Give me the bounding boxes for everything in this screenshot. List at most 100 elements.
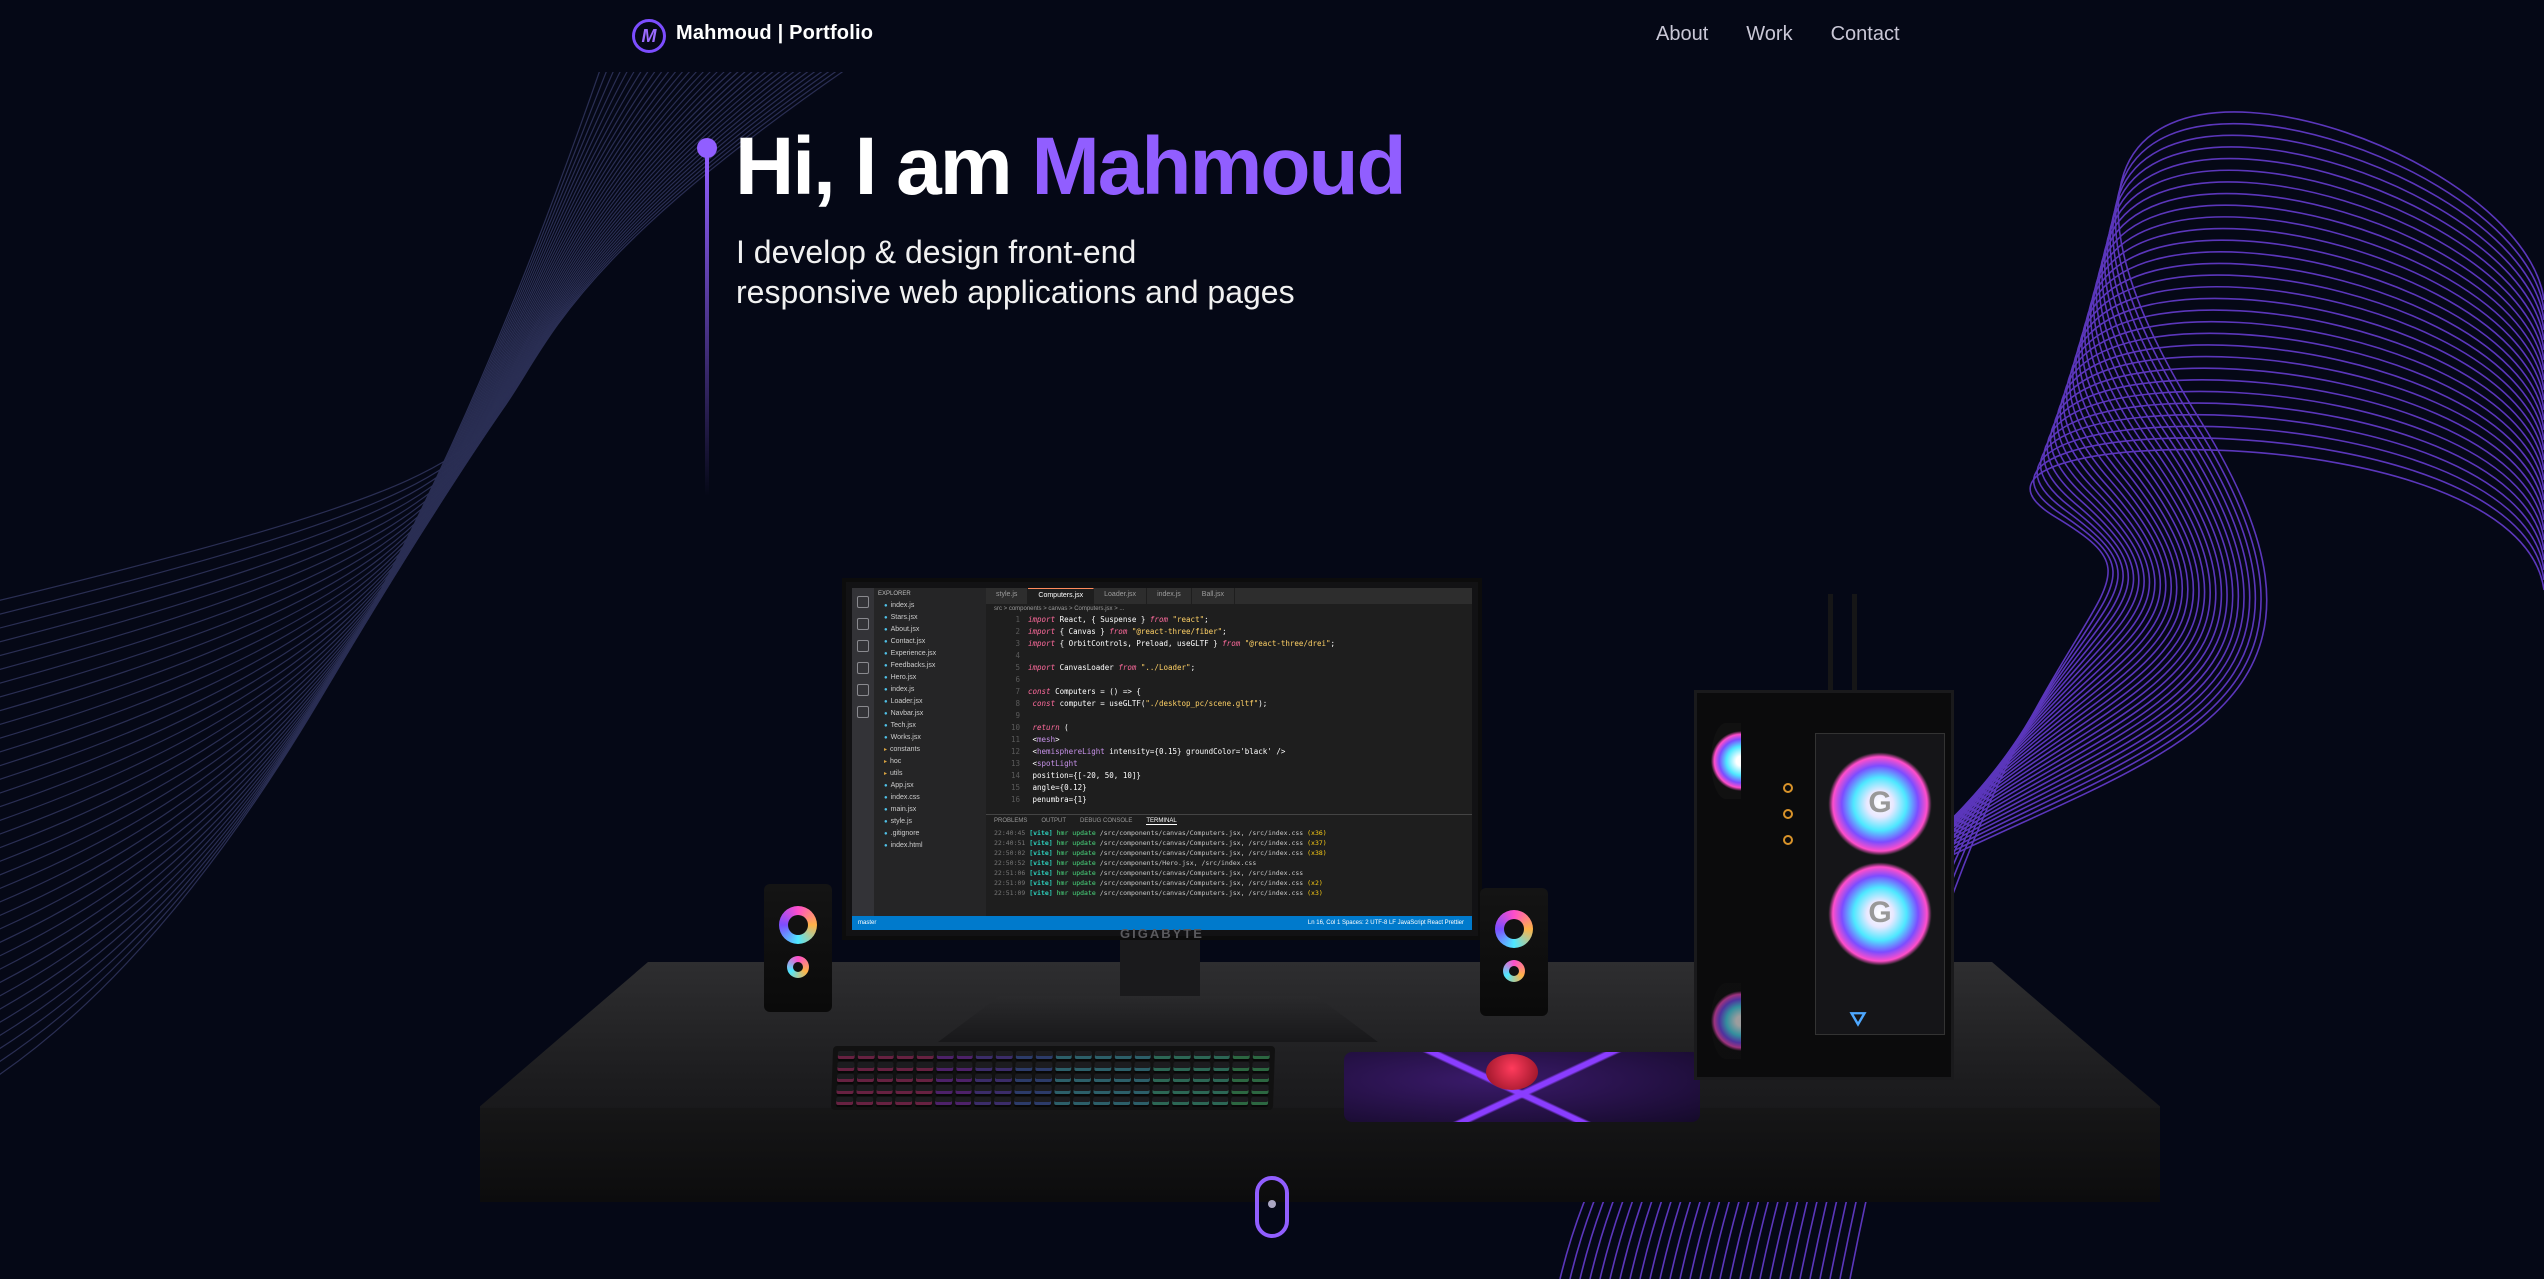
explorer-file[interactable]: index.css	[874, 792, 986, 804]
nav-link-about[interactable]: About	[1656, 23, 1708, 46]
editor-tab[interactable]: Ball.jsx	[1192, 588, 1235, 604]
keyboard-key	[1015, 1051, 1033, 1060]
keyboard-key	[915, 1085, 933, 1094]
editor-tab[interactable]: style.js	[986, 588, 1029, 604]
explorer-file[interactable]: index.js	[874, 600, 986, 612]
explorer-file[interactable]: style.js	[874, 816, 986, 828]
scroll-down-indicator[interactable]	[1255, 1176, 1289, 1238]
keyboard-key	[955, 1073, 973, 1083]
antenna-right	[1852, 594, 1857, 694]
keyboard-key	[1114, 1051, 1132, 1060]
side-fan-icon	[1711, 723, 1741, 799]
explorer-file[interactable]: Tech.jsx	[874, 720, 986, 732]
activity-bar	[852, 588, 874, 916]
explorer-file[interactable]: Contact.jsx	[874, 636, 986, 648]
keyboard-key	[896, 1073, 914, 1083]
explorer-file[interactable]: main.jsx	[874, 804, 986, 816]
explorer-file[interactable]: index.html	[874, 840, 986, 852]
terminal-tab[interactable]: TERMINAL	[1146, 818, 1177, 825]
code-line: 5 import CanvasLoader from "../Loader";	[1015, 663, 1196, 672]
explorer-file[interactable]: index.js	[874, 684, 986, 696]
speaker-ring-icon	[1495, 910, 1533, 948]
explorer-file[interactable]: utils	[874, 768, 986, 780]
keyboard-key	[1134, 1051, 1152, 1060]
pc-case: ⛛	[1694, 690, 1954, 1080]
editor-breadcrumb: src > components > canvas > Computers.js…	[994, 606, 1125, 612]
io-button-icon	[1783, 835, 1793, 845]
keyboard-key	[1034, 1085, 1052, 1094]
editor-tab[interactable]: Loader.jsx	[1094, 588, 1148, 604]
explorer-file[interactable]: hoc	[874, 756, 986, 768]
speaker-ring-icon	[787, 956, 809, 978]
keyboard-key	[995, 1051, 1013, 1060]
code-line: 9	[1015, 711, 1020, 720]
terminal-tab[interactable]: OUTPUT	[1041, 818, 1066, 825]
terminal-lines: 22:40:45 [vite] hmr update /src/componen…	[986, 828, 1472, 898]
rgb-fan-icon	[1828, 862, 1932, 966]
explorer-file[interactable]: constants	[874, 744, 986, 756]
keyboard	[830, 1046, 1276, 1110]
keyboard-key	[857, 1062, 875, 1071]
keyboard-key	[836, 1096, 854, 1105]
desktop-pc-scene[interactable]: EXPLORER index.jsStars.jsxAbout.jsxConta…	[0, 0, 2544, 1279]
terminal-tab[interactable]: PROBLEMS	[994, 818, 1027, 825]
keyboard-key	[1053, 1085, 1072, 1094]
code-line: 1 import React, { Suspense } from "react"…	[1015, 615, 1209, 624]
keyboard-key	[1172, 1073, 1191, 1083]
keyboard-key	[1192, 1085, 1210, 1094]
keyboard-key	[1252, 1051, 1270, 1060]
keyboard-key	[1074, 1062, 1092, 1071]
keyboard-key	[1035, 1051, 1053, 1060]
mouse	[1486, 1054, 1538, 1090]
explorer-file[interactable]: Hero.jsx	[874, 672, 986, 684]
terminal-tabs: PROBLEMS OUTPUT DEBUG CONSOLE TERMINAL	[986, 815, 1472, 828]
code-line: 8 const computer = useGLTF("./desktop_pc…	[1015, 699, 1268, 708]
keyboard-key	[1172, 1096, 1190, 1105]
nav-link-work[interactable]: Work	[1746, 23, 1792, 46]
keyboard-key	[1094, 1062, 1112, 1071]
keyboard-key	[1153, 1062, 1171, 1071]
keyboard-key	[1192, 1073, 1210, 1083]
desk-edge	[480, 1108, 2160, 1202]
keyboard-key	[934, 1096, 952, 1105]
explorer-file[interactable]: About.jsx	[874, 624, 986, 636]
explorer-file[interactable]: App.jsx	[874, 780, 986, 792]
logo-icon[interactable]: M	[632, 19, 666, 53]
keyboard-key	[1152, 1096, 1170, 1105]
keyboard-key	[1252, 1073, 1270, 1083]
keyboard-key	[1251, 1085, 1269, 1094]
keyboard-key	[1153, 1073, 1171, 1083]
keyboard-key	[1252, 1062, 1270, 1071]
editor-tab[interactable]: index.js	[1147, 588, 1192, 604]
editor-tab[interactable]: Computers.jsx	[1028, 588, 1095, 604]
explorer-file[interactable]: Loader.jsx	[874, 696, 986, 708]
keyboard-key	[1173, 1051, 1191, 1060]
keyboard-key	[1154, 1051, 1172, 1060]
keyboard-key	[1133, 1085, 1151, 1094]
keyboard-key	[975, 1073, 993, 1083]
keyboard-key	[1211, 1096, 1229, 1105]
code-line: 2 import { Canvas } from "@react-three/fi…	[1015, 627, 1227, 636]
brand-title[interactable]: Mahmoud | Portfolio	[676, 22, 873, 45]
nav-link-contact[interactable]: Contact	[1831, 23, 1900, 46]
explorer-file[interactable]: .gitignore	[874, 828, 986, 840]
explorer-file[interactable]: Navbar.jsx	[874, 708, 986, 720]
keyboard-key	[895, 1085, 913, 1094]
terminal-line: 22:40:45 [vite] hmr update /src/componen…	[994, 829, 1327, 837]
aorus-logo-icon: ⛛	[1849, 1009, 1867, 1031]
code-line: 6	[1015, 675, 1020, 684]
keyboard-key	[1094, 1051, 1112, 1060]
keyboard-key	[1112, 1096, 1130, 1105]
explorer-file[interactable]: Stars.jsx	[874, 612, 986, 624]
explorer-title: EXPLORER	[878, 591, 911, 597]
explorer-file[interactable]: Works.jsx	[874, 732, 986, 744]
explorer-file[interactable]: Experience.jsx	[874, 648, 986, 660]
code-lines: 1 import React, { Suspense } from "react"…	[986, 614, 1472, 806]
keyboard-key	[1034, 1062, 1053, 1071]
pc-glass-panel	[1815, 733, 1945, 1035]
terminal-tab[interactable]: DEBUG CONSOLE	[1080, 818, 1132, 825]
explorer-file[interactable]: Feedbacks.jsx	[874, 660, 986, 672]
nav-links: About Work Contact	[1656, 23, 1938, 46]
keyboard-key	[936, 1051, 954, 1060]
keyboard-key	[875, 1085, 894, 1094]
